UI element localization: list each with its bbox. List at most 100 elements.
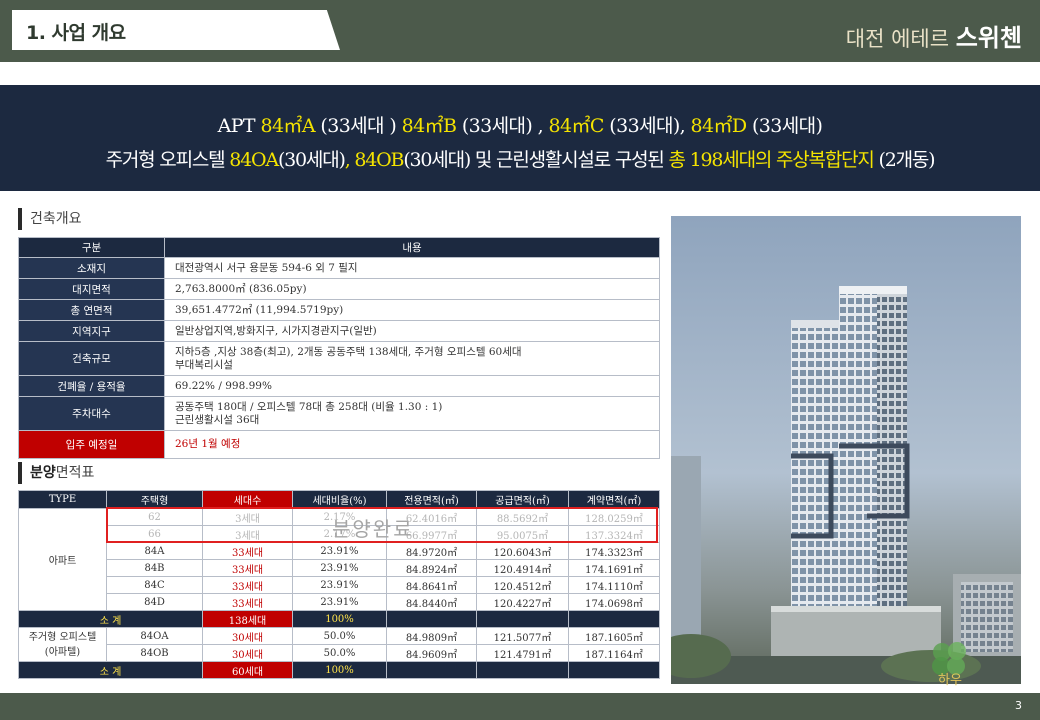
banner-text: (33세대) bbox=[746, 115, 823, 137]
cell-exclusive: 84.9809㎡ bbox=[386, 627, 477, 645]
subtotal-row-apartment: 소 계 138세대 100% bbox=[18, 610, 660, 628]
table-row: 건폐율 / 용적율 69.22% / 998.99% bbox=[18, 375, 660, 397]
cell-type: 84D bbox=[106, 593, 203, 611]
row-value: 공동주택 180대 / 오피스텔 78대 총 258대 (비율 1.30 : 1… bbox=[164, 396, 660, 431]
col-units: 세대수 bbox=[202, 490, 293, 509]
sales-heading-rest: 면적표 bbox=[55, 465, 95, 481]
row-key: 건폐율 / 용적율 bbox=[18, 375, 165, 397]
cell-ratio: 50.0% bbox=[292, 644, 387, 662]
sales-header-row: TYPE 주택형 세대수 세대비율(%) 전용면적(㎡) 공급면적(㎡) 계약면… bbox=[18, 490, 660, 509]
brand-logo: 대전 에테르 스위첸 bbox=[846, 18, 1022, 53]
banner-highlight: 84㎡C bbox=[548, 115, 605, 137]
table-row: 지역지구 일반상업지역,방화지구, 시가지경관지구(일반) bbox=[18, 320, 660, 342]
banner-text: (30세대) bbox=[277, 149, 346, 171]
col-exclusive: 전용면적(㎡) bbox=[386, 490, 477, 509]
banner-text: (33세대), bbox=[603, 115, 691, 137]
cell-contract: 187.1164㎡ bbox=[568, 644, 660, 662]
group-apartment: 아파트 bbox=[18, 508, 107, 611]
row-value-line1: 공동주택 180대 / 오피스텔 78대 총 258대 (비율 1.30 : 1… bbox=[175, 400, 443, 413]
banner-highlight: 84㎡A bbox=[260, 115, 315, 137]
banner-text: APT bbox=[217, 115, 261, 137]
banner-text: (30세대) 및 근린생활시설로 구성된 bbox=[403, 149, 669, 171]
cell-contract: 174.1110㎡ bbox=[568, 576, 660, 594]
subtotal-empty bbox=[386, 661, 477, 679]
overview-header-row: 구분 내용 bbox=[18, 237, 660, 258]
cell-units: 33세대 bbox=[202, 576, 293, 594]
row-key: 대지면적 bbox=[18, 278, 165, 300]
bottom-bar bbox=[0, 693, 1040, 720]
summary-banner bbox=[0, 85, 1040, 191]
sales-heading-bold: 분양 bbox=[30, 465, 56, 481]
cell-supply: 121.5077㎡ bbox=[476, 627, 569, 645]
banner-highlight: 84㎡D bbox=[690, 115, 748, 137]
overview-table: 구분 내용 소재지 대전광역시 서구 용문동 594-6 외 7 필지 대지면적 2… bbox=[18, 237, 660, 459]
table-row: 84D 33세대 23.91% 84.8440㎡ 120.4227㎡ 174.0… bbox=[19, 593, 660, 611]
table-row: 주차대수 공동주택 180대 / 오피스텔 78대 총 258대 (비율 1.30… bbox=[18, 396, 660, 431]
cell-type: 84C bbox=[106, 576, 203, 594]
section-title: 1. 사업 개요 bbox=[26, 22, 126, 44]
cell-ratio: 50.0% bbox=[292, 627, 387, 645]
row-value: 2,763.8000㎡ (836.05py) bbox=[164, 278, 660, 300]
cell-exclusive: 84.9609㎡ bbox=[386, 644, 477, 662]
brand-accent: 스위첸 bbox=[955, 24, 1022, 52]
clover-icon: 하우 bbox=[932, 642, 966, 688]
col-type: TYPE bbox=[18, 490, 107, 509]
row-value-line2: 근린생활시설 36대 bbox=[175, 413, 260, 426]
banner-highlight: 총 198세대의 주상복합단지 bbox=[668, 149, 875, 171]
overview-heading: 건축개요 bbox=[18, 208, 82, 230]
table-row: 주거형 오피스텔 (아파텔) 84OA 30세대 50.0% 84.9809㎡ 1… bbox=[18, 627, 660, 662]
overview-col-key: 구분 bbox=[18, 237, 165, 258]
table-row: 총 연면적 39,651.4772㎡ (11,994.5719py) bbox=[18, 299, 660, 321]
banner-line-apartments: APT 84㎡A (33세대 ) 84㎡B (33세대) , 84㎡C (33세… bbox=[0, 111, 1040, 138]
cell-contract: 174.3323㎡ bbox=[568, 542, 660, 560]
cell-units: 30세대 bbox=[202, 644, 293, 662]
cell-supply: 120.4512㎡ bbox=[476, 576, 569, 594]
row-key: 주차대수 bbox=[18, 396, 165, 431]
cell-exclusive: 84.8440㎡ bbox=[386, 593, 477, 611]
watermark-text: 하우 bbox=[938, 673, 962, 686]
overview-col-value: 내용 bbox=[164, 237, 660, 258]
table-row: 건축규모 지하5층 ,지상 38층(최고), 2개동 공동주택 138세대, 주거… bbox=[18, 341, 660, 376]
subtotal-label: 소 계 bbox=[18, 610, 203, 628]
subtotal-empty bbox=[386, 610, 477, 628]
subtotal-empty bbox=[476, 610, 569, 628]
group-officetel-line1: 주거형 오피스텔 bbox=[28, 631, 97, 643]
cell-contract: 187.1605㎡ bbox=[568, 627, 660, 645]
table-row: 대지면적 2,763.8000㎡ (836.05py) bbox=[18, 278, 660, 300]
cell-ratio: 23.91% bbox=[292, 576, 387, 594]
cell-units: 33세대 bbox=[202, 559, 293, 577]
subtotal-ratio: 100% bbox=[292, 661, 387, 679]
cell-type: 84B bbox=[106, 559, 203, 577]
banner-text: (33세대) , bbox=[456, 115, 549, 137]
banner-text: (33세대 ) bbox=[314, 115, 402, 137]
cell-units: 30세대 bbox=[202, 627, 293, 645]
row-key: 건축규모 bbox=[18, 341, 165, 376]
group-officetel: 주거형 오피스텔 (아파텔) bbox=[18, 627, 107, 662]
row-value: 26년 1월 예정 bbox=[164, 430, 660, 459]
subtotal-label: 소 계 bbox=[18, 661, 203, 679]
table-row-move-in: 입주 예정일 26년 1월 예정 bbox=[18, 430, 660, 459]
row-value: 대전광역시 서구 용문동 594-6 외 7 필지 bbox=[164, 257, 660, 279]
cell-exclusive: 84.9720㎡ bbox=[386, 542, 477, 560]
subtotal-empty bbox=[476, 661, 569, 679]
row-value: 39,651.4772㎡ (11,994.5719py) bbox=[164, 299, 660, 321]
row-key: 소재지 bbox=[18, 257, 165, 279]
subtotal-units: 60세대 bbox=[202, 661, 293, 679]
sales-heading: 분양면적표 bbox=[18, 462, 94, 484]
row-value-line2: 부대복리시설 bbox=[175, 358, 233, 371]
group-officetel-line2: (아파텔) bbox=[44, 646, 81, 658]
page-number: 3 bbox=[1015, 699, 1022, 712]
row-value-line1: 지하5층 ,지상 38층(최고), 2개동 공동주택 138세대, 주거형 오피… bbox=[175, 345, 522, 358]
table-row: 84OB 30세대 50.0% 84.9609㎡ 121.4791㎡ 187.1… bbox=[19, 644, 660, 662]
banner-highlight: , 84OB bbox=[344, 149, 405, 171]
cell-ratio: 23.91% bbox=[292, 559, 387, 577]
banner-highlight: 84㎡B bbox=[401, 115, 457, 137]
cell-exclusive: 84.8924㎡ bbox=[386, 559, 477, 577]
cell-type: 84OB bbox=[106, 644, 203, 662]
table-row: 소재지 대전광역시 서구 용문동 594-6 외 7 필지 bbox=[18, 257, 660, 279]
cell-units: 33세대 bbox=[202, 593, 293, 611]
table-row: 84B 33세대 23.91% 84.8924㎡ 120.4914㎡ 174.1… bbox=[19, 559, 660, 577]
cell-ratio: 23.91% bbox=[292, 542, 387, 560]
subtotal-ratio: 100% bbox=[292, 610, 387, 628]
banner-text: 주거형 오피스텔 bbox=[105, 149, 230, 171]
